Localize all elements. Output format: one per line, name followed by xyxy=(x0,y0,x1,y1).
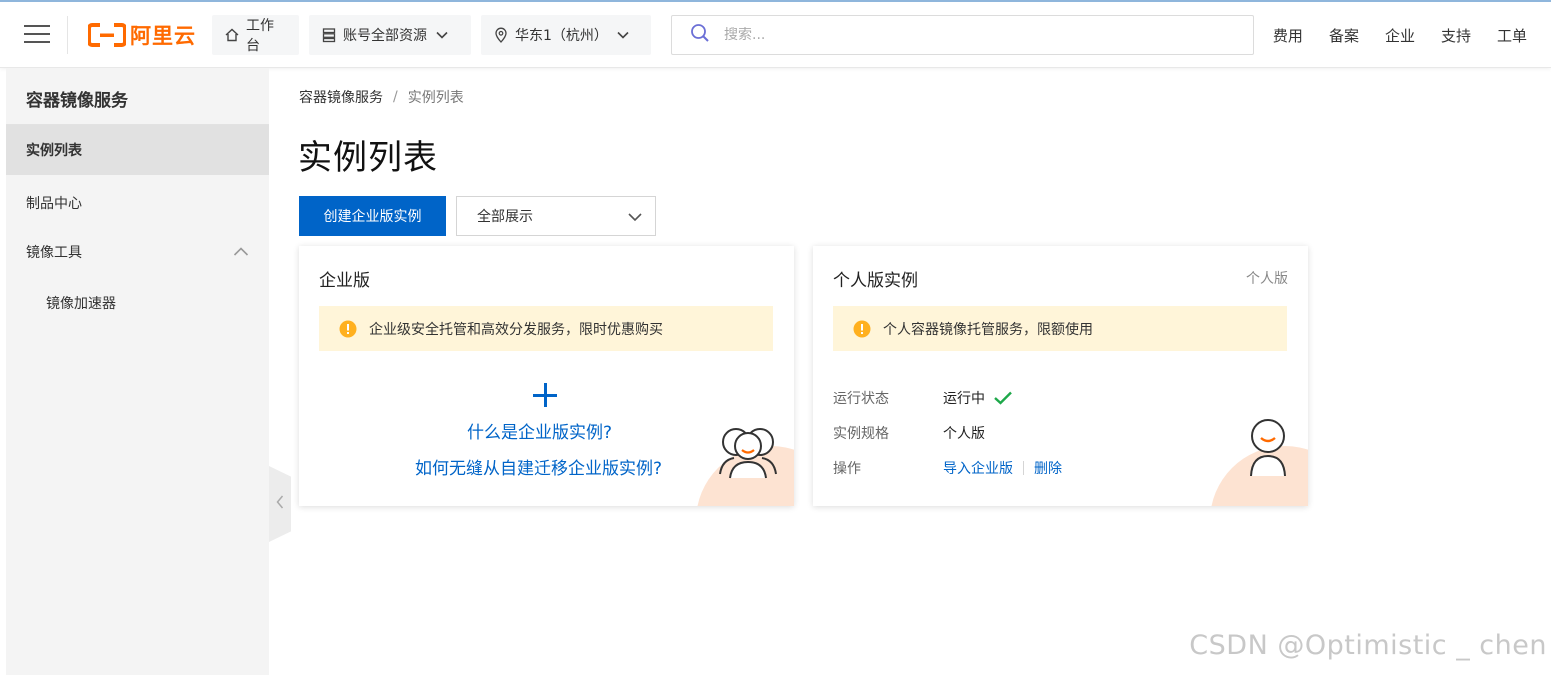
sidebar: 容器镜像服务 实例列表 制品中心 镜像工具 镜像加速器 xyxy=(6,68,269,675)
sidebar-item-label: 镜像加速器 xyxy=(46,296,116,312)
import-to-enterprise-link[interactable]: 导入企业版 xyxy=(943,458,1013,478)
top-nav: 费用 备案 企业 支持 工单 xyxy=(1247,2,1527,68)
search-box[interactable] xyxy=(671,15,1254,55)
logo-text: 阿里云 xyxy=(130,24,196,48)
chevron-left-icon xyxy=(275,494,285,514)
operations-links: 导入企业版 删除 xyxy=(943,458,1062,478)
warning-icon xyxy=(339,320,357,338)
region-dropdown[interactable]: 华东1（杭州） xyxy=(481,15,651,55)
breadcrumb: 容器镜像服务 / 实例列表 xyxy=(299,87,464,107)
display-filter-value: 全部展示 xyxy=(477,209,533,225)
create-enterprise-instance-button[interactable]: 创建企业版实例 xyxy=(299,196,446,236)
notice-text: 个人容器镜像托管服务，限额使用 xyxy=(883,321,1093,338)
operations-key: 操作 xyxy=(833,461,861,477)
chevron-down-icon xyxy=(435,28,449,42)
region-label: 华东1（杭州） xyxy=(515,28,608,44)
card-title: 企业版 xyxy=(319,271,370,291)
migration-guide-link[interactable]: 如何无缝从自建迁移企业版实例? xyxy=(415,454,662,479)
add-instance-icon[interactable] xyxy=(532,382,558,408)
delete-link[interactable]: 删除 xyxy=(1034,458,1062,478)
user-avatar-icon xyxy=(1246,418,1290,478)
nav-enterprise[interactable]: 企业 xyxy=(1385,25,1415,46)
location-pin-icon xyxy=(493,27,509,43)
check-icon xyxy=(993,390,1013,406)
breadcrumb-separator: / xyxy=(393,89,398,105)
menu-icon[interactable] xyxy=(0,2,66,68)
sidebar-collapse-handle[interactable] xyxy=(269,466,291,542)
personal-edition-card: 个人版实例 个人版 个人容器镜像托管服务，限额使用 运行状态 运行中 实例规格 … xyxy=(813,246,1308,506)
sidebar-item-image-tools[interactable]: 镜像工具 xyxy=(6,227,269,277)
top-bar: 阿里云 工作台 账号全部资源 华东1（杭州） 搜索... 费用 备案 企业 支持… xyxy=(0,0,1551,68)
nav-icp-filing[interactable]: 备案 xyxy=(1329,25,1359,46)
resource-scope-label: 账号全部资源 xyxy=(343,28,427,44)
sidebar-item-label: 实例列表 xyxy=(26,143,82,159)
status-value: 运行中 xyxy=(943,391,985,407)
personal-notice: 个人容器镜像托管服务，限额使用 xyxy=(833,306,1287,351)
aliyun-logo-icon xyxy=(87,21,127,49)
what-is-enterprise-link[interactable]: 什么是企业版实例? xyxy=(467,418,612,443)
sidebar-item-label: 制品中心 xyxy=(26,196,82,212)
team-avatar-icon xyxy=(716,424,780,480)
spec-value: 个人版 xyxy=(943,426,985,442)
sidebar-item-image-accelerator[interactable]: 镜像加速器 xyxy=(6,278,269,328)
notice-text: 企业级安全托管和高效分发服务，限时优惠购买 xyxy=(369,321,663,338)
enterprise-edition-card: 企业版 企业级安全托管和高效分发服务，限时优惠购买 什么是企业版实例? 如何无缝… xyxy=(299,246,794,506)
nav-support[interactable]: 支持 xyxy=(1441,25,1471,46)
status-value-wrap: 运行中 xyxy=(943,388,1013,408)
spec-row: 实例规格 个人版 xyxy=(833,423,985,443)
sidebar-item-instances[interactable]: 实例列表 xyxy=(6,125,269,175)
search-input[interactable] xyxy=(724,27,1204,43)
card-title: 个人版实例 xyxy=(833,271,918,291)
chevron-down-icon xyxy=(627,209,643,225)
chevron-up-icon xyxy=(233,245,249,259)
nav-tickets[interactable]: 工单 xyxy=(1497,25,1527,46)
chevron-down-icon xyxy=(616,28,630,42)
aliyun-logo[interactable]: 阿里云 xyxy=(87,21,196,49)
enterprise-notice: 企业级安全托管和高效分发服务，限时优惠购买 xyxy=(319,306,773,351)
server-icon xyxy=(321,27,337,43)
sidebar-item-label: 镜像工具 xyxy=(26,245,82,261)
search-icon xyxy=(690,23,710,47)
nav-billing[interactable]: 费用 xyxy=(1273,25,1303,46)
display-filter-select[interactable]: 全部展示 xyxy=(456,196,656,236)
workbench-label: 工作台 xyxy=(246,18,274,54)
resource-scope-dropdown[interactable]: 账号全部资源 xyxy=(309,15,471,55)
sidebar-item-artifact-center[interactable]: 制品中心 xyxy=(6,178,269,228)
topbar-divider xyxy=(67,16,68,54)
status-key: 运行状态 xyxy=(833,391,889,407)
operations-row: 操作 导入企业版 删除 xyxy=(833,458,1062,478)
sidebar-title: 容器镜像服务 xyxy=(26,91,128,111)
link-separator xyxy=(1023,461,1024,475)
console-page: 阿里云 工作台 账号全部资源 华东1（杭州） 搜索... 费用 备案 企业 支持… xyxy=(0,0,1551,675)
workbench-button[interactable]: 工作台 xyxy=(212,15,299,55)
watermark: CSDN @Optimistic _ chen xyxy=(1189,630,1547,661)
home-icon xyxy=(224,27,240,43)
breadcrumb-current: 实例列表 xyxy=(407,90,464,106)
warning-icon xyxy=(853,320,871,338)
status-row: 运行状态 运行中 xyxy=(833,388,1013,408)
breadcrumb-root[interactable]: 容器镜像服务 xyxy=(299,87,383,107)
spec-key: 实例规格 xyxy=(833,426,889,442)
page-title: 实例列表 xyxy=(298,138,438,178)
edition-tag: 个人版 xyxy=(1246,271,1288,287)
